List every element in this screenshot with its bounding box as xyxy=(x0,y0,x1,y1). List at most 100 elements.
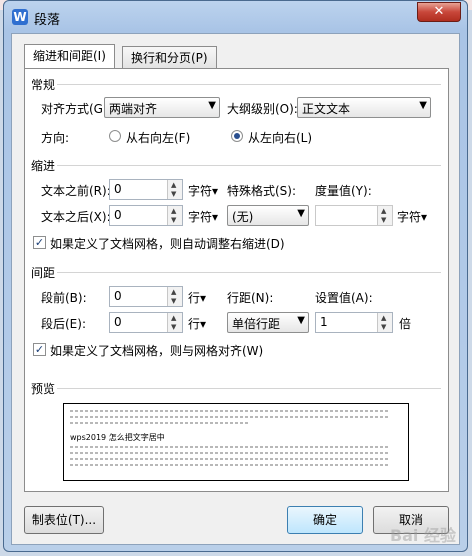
chevron-down-icon: ▼ xyxy=(381,216,387,224)
paragraph-dialog: W 段落 ✕ 缩进和间距(I) 换行和分页(P) 常规 对齐方式(G): 两端对… xyxy=(3,0,468,552)
line-spacing-select[interactable]: 单倍行距 ▼ xyxy=(227,312,309,333)
indent-after-value: 0 xyxy=(114,208,122,222)
auto-adjust-indent-label: 如果定义了文档网格，则自动调整右缩进(D) xyxy=(50,237,285,251)
setting-value-spinner[interactable]: 1 ▲ ▼ xyxy=(315,312,393,333)
spinner-buttons[interactable]: ▲ ▼ xyxy=(167,206,182,225)
chevron-up-icon: ▲ xyxy=(171,288,177,296)
unit-text: 字符 xyxy=(397,210,422,224)
unit-text: 行 xyxy=(188,317,201,331)
space-before-label: 段前(B): xyxy=(41,291,87,305)
unit-text: 字符 xyxy=(188,184,213,198)
indent-before-spinner[interactable]: 0 ▲ ▼ xyxy=(109,179,183,200)
indent-before-unit[interactable]: 字符▾ xyxy=(188,182,218,199)
spinner-buttons[interactable]: ▲ ▼ xyxy=(377,206,392,225)
chevron-down-icon: ▼ xyxy=(171,216,177,224)
title-bar: W 段落 ✕ xyxy=(4,1,467,33)
preview-line xyxy=(70,446,390,448)
measure-spinner[interactable]: ▲ ▼ xyxy=(315,205,393,226)
small-chevron-down-icon: ▾ xyxy=(421,210,428,224)
preview-line xyxy=(70,452,390,454)
measure-unit[interactable]: 字符▾ xyxy=(397,208,427,225)
preview-line xyxy=(70,410,390,412)
chevron-up-icon: ▲ xyxy=(171,207,177,215)
small-chevron-down-icon: ▾ xyxy=(212,210,219,224)
small-chevron-down-icon: ▾ xyxy=(212,184,219,198)
line-spacing-value: 单倍行距 xyxy=(232,317,281,331)
outline-level-select[interactable]: 正文文本 ▼ xyxy=(297,97,431,118)
preview-divider xyxy=(57,388,441,389)
space-before-unit[interactable]: 行▾ xyxy=(188,289,206,306)
alignment-value: 两端对齐 xyxy=(109,102,158,116)
tab-indent-spacing[interactable]: 缩进和间距(I) xyxy=(24,44,115,68)
spinner-buttons[interactable]: ▲ ▼ xyxy=(167,313,182,332)
chevron-down-icon: ▼ xyxy=(171,323,177,331)
chevron-up-icon: ▲ xyxy=(171,314,177,322)
small-chevron-down-icon: ▾ xyxy=(200,317,207,331)
spinner-buttons[interactable]: ▲ ▼ xyxy=(167,287,182,306)
preview-line xyxy=(70,416,390,418)
ltr-label: 从左向右(L) xyxy=(248,131,313,145)
special-format-label: 特殊格式(S): xyxy=(227,184,297,198)
chevron-down-icon: ▼ xyxy=(171,190,177,198)
outline-level-value: 正文文本 xyxy=(302,102,351,116)
indent-before-value: 0 xyxy=(114,182,122,196)
indent-after-spinner[interactable]: 0 ▲ ▼ xyxy=(109,205,183,226)
space-after-unit[interactable]: 行▾ xyxy=(188,315,206,332)
indent-heading: 缩进 xyxy=(31,159,56,173)
ok-button[interactable]: 确定 xyxy=(287,506,363,534)
indent-before-label: 文本之前(R): xyxy=(41,184,111,198)
close-button[interactable]: ✕ xyxy=(417,2,461,22)
chevron-up-icon: ▲ xyxy=(381,207,387,215)
unit-text: 字符 xyxy=(188,210,213,224)
spinner-buttons[interactable]: ▲ ▼ xyxy=(377,313,392,332)
indent-divider xyxy=(57,165,441,166)
special-format-select[interactable]: (无) ▼ xyxy=(227,205,309,226)
baidu-watermark: Bai 经验 xyxy=(389,526,456,545)
direction-label: 方向: xyxy=(41,131,70,145)
chevron-down-icon: ▼ xyxy=(297,315,305,326)
line-spacing-label: 行距(N): xyxy=(227,291,274,305)
outline-level-label: 大纲级别(O): xyxy=(227,102,298,116)
ltr-radio[interactable] xyxy=(231,130,243,142)
alignment-label: 对齐方式(G): xyxy=(41,102,112,116)
snap-to-grid-label: 如果定义了文档网格，则与网格对齐(W) xyxy=(50,344,264,358)
space-before-spinner[interactable]: 0 ▲ ▼ xyxy=(109,286,183,307)
spacing-heading: 间距 xyxy=(31,266,56,280)
dialog-content: 缩进和间距(I) 换行和分页(P) 常规 对齐方式(G): 两端对齐 ▼ 大纲级… xyxy=(11,33,460,545)
general-divider xyxy=(57,84,441,85)
spacing-divider xyxy=(57,272,441,273)
general-heading: 常规 xyxy=(31,78,56,92)
close-icon: ✕ xyxy=(433,4,445,19)
special-format-value: (无) xyxy=(232,210,254,224)
preview-heading: 预览 xyxy=(31,382,56,396)
indent-after-unit[interactable]: 字符▾ xyxy=(188,208,218,225)
chevron-down-icon: ▼ xyxy=(381,323,387,331)
rtl-label: 从右向左(F) xyxy=(126,131,191,145)
chevron-up-icon: ▲ xyxy=(381,314,387,322)
unit-text: 行 xyxy=(188,291,201,305)
wps-writer-icon: W xyxy=(12,9,28,25)
chevron-down-icon: ▼ xyxy=(208,100,216,111)
tab-panel: 常规 对齐方式(G): 两端对齐 ▼ 大纲级别(O): 正文文本 ▼ 方向: 从… xyxy=(24,68,449,492)
rtl-radio[interactable] xyxy=(109,130,121,142)
dialog-title: 段落 xyxy=(34,13,61,28)
small-chevron-down-icon: ▾ xyxy=(200,291,207,305)
tab-stops-button[interactable]: 制表位(T)... xyxy=(24,506,104,534)
indent-after-label: 文本之后(X): xyxy=(41,210,111,224)
setting-value-unit: 倍 xyxy=(399,317,412,331)
preview-line xyxy=(70,458,390,460)
spinner-buttons[interactable]: ▲ ▼ xyxy=(167,180,182,199)
snap-to-grid-checkbox[interactable]: ✓ xyxy=(33,343,46,356)
preview-line xyxy=(70,422,250,424)
space-after-spinner[interactable]: 0 ▲ ▼ xyxy=(109,312,183,333)
preview-line xyxy=(70,464,390,466)
chevron-down-icon: ▼ xyxy=(171,297,177,305)
chevron-up-icon: ▲ xyxy=(171,181,177,189)
auto-adjust-indent-checkbox[interactable]: ✓ xyxy=(33,236,46,249)
space-before-value: 0 xyxy=(114,289,122,303)
alignment-select[interactable]: 两端对齐 ▼ xyxy=(104,97,220,118)
space-after-value: 0 xyxy=(114,315,122,329)
tab-line-page-breaks[interactable]: 换行和分页(P) xyxy=(122,46,217,68)
chevron-down-icon: ▼ xyxy=(297,208,305,219)
setting-value-label: 设置值(A): xyxy=(315,291,373,305)
